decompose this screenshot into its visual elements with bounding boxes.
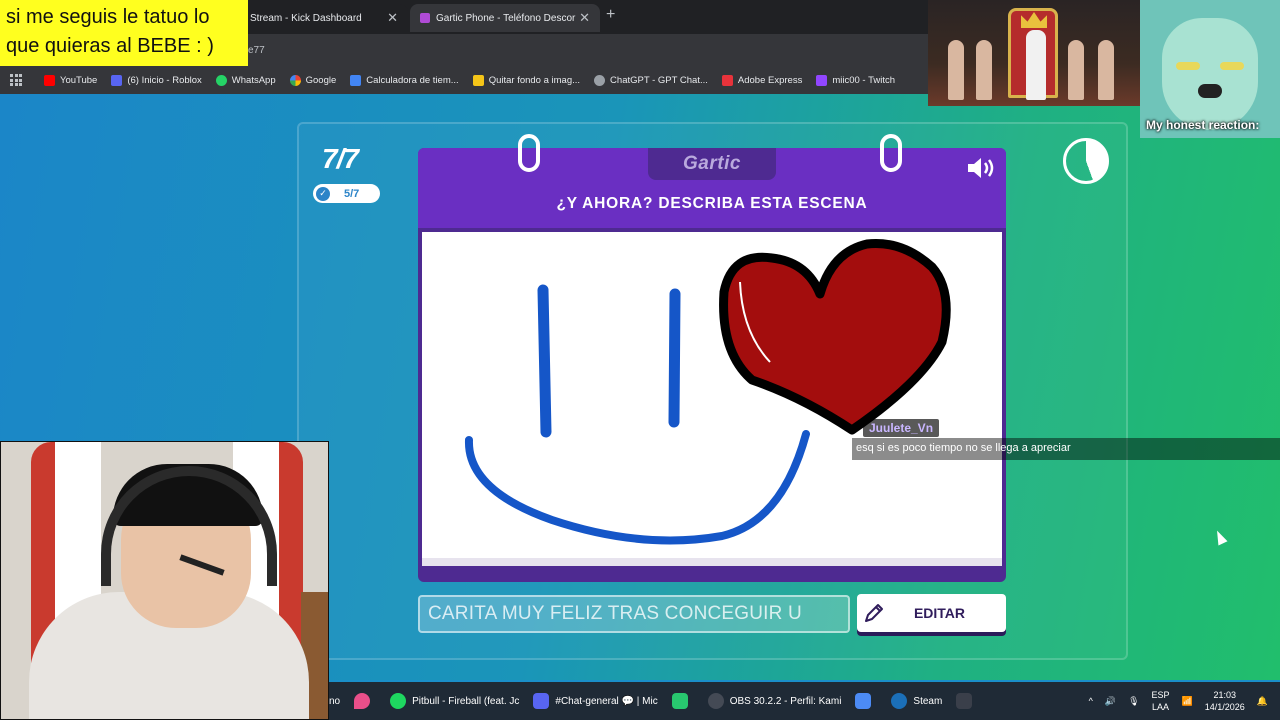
tab-gartic-phone[interactable]: Gartic Phone - Teléfono Descor ✕ xyxy=(410,4,600,32)
new-tab-icon[interactable]: + xyxy=(606,6,615,24)
reaction-caption: My honest reaction: xyxy=(1146,118,1260,132)
language-indicator[interactable]: ESP LAA xyxy=(1152,689,1170,713)
taskbar-app-gray[interactable] xyxy=(956,693,978,709)
stream-banner: si me seguis le tatuo lo que quieras al … xyxy=(0,0,248,66)
whatsapp-icon xyxy=(215,74,227,86)
close-icon[interactable]: ✕ xyxy=(387,10,398,26)
app-icon xyxy=(855,693,872,709)
app-icon xyxy=(956,693,973,709)
players-done-count: 5/7 xyxy=(344,187,360,200)
sound-icon[interactable] xyxy=(966,156,996,180)
chat-username: Juulete_Vn xyxy=(863,419,940,437)
bookmark-twitch[interactable]: miic00 - Twitch xyxy=(816,74,895,86)
image-icon xyxy=(472,74,484,86)
twitch-icon xyxy=(816,74,828,86)
system-tray: ^ 🔊 🎙 ESP LAA 📶 21:03 14/1/2026 🔔 xyxy=(1089,682,1268,720)
tab-title: Stream - Kick Dashboard xyxy=(250,12,362,24)
bookmark-adobe-express[interactable]: Adobe Express xyxy=(721,74,802,86)
edit-label: EDITAR xyxy=(913,605,966,621)
youtube-icon xyxy=(44,74,55,86)
drawing-right-eye xyxy=(668,288,681,428)
app-icon xyxy=(671,693,688,709)
obs-icon xyxy=(707,693,724,709)
bookmark-whatsapp[interactable]: WhatsApp xyxy=(215,74,276,86)
chevron-up-icon[interactable]: ^ xyxy=(1089,696,1093,706)
taskbar-app-blue[interactable] xyxy=(855,693,877,709)
card-header: Gartic ¿Y AHORA? DESCRIBA ESTA ESCENA xyxy=(418,134,1006,228)
address-text: e77 xyxy=(248,45,265,56)
round-counter: 7/7 xyxy=(322,143,359,174)
timer-icon xyxy=(1063,138,1109,184)
taskbar-app-drop[interactable] xyxy=(354,693,376,709)
binder-ring-icon xyxy=(880,134,902,172)
clock[interactable]: 21:03 14/1/2026 xyxy=(1205,689,1245,713)
taskbar-discord[interactable]: #Chat-general 💬 | Mic xyxy=(533,693,658,709)
bookmark-chatgpt[interactable]: ChatGPT - GPT Chat... xyxy=(594,74,708,86)
scene-card: Gartic ¿Y AHORA? DESCRIBA ESTA ESCENA xyxy=(418,134,1006,582)
bookmark-roblox[interactable]: (6) Inicio - Roblox xyxy=(111,74,202,86)
taskbar-app-green[interactable] xyxy=(671,693,694,709)
edit-button[interactable]: EDITAR xyxy=(857,594,1006,632)
close-icon[interactable]: ✕ xyxy=(579,10,590,26)
apps-grid-icon[interactable] xyxy=(10,74,22,86)
check-icon: ✓ xyxy=(316,186,330,201)
taskbar-item[interactable]: no xyxy=(329,696,340,707)
drawing-left-eye xyxy=(537,284,552,438)
spotify-icon xyxy=(390,693,407,709)
drawing-canvas xyxy=(422,232,1002,566)
chatgpt-icon xyxy=(594,74,606,86)
discord-icon xyxy=(533,693,550,709)
bookmark-google[interactable]: Google xyxy=(289,74,336,86)
throne-scene-overlay xyxy=(928,0,1140,106)
players-done-badge: ✓ 5/7 xyxy=(313,184,380,203)
google-icon xyxy=(289,74,301,86)
drawing-smile xyxy=(464,430,810,545)
bookmark-youtube[interactable]: YouTube xyxy=(44,74,97,86)
calculator-icon xyxy=(350,74,362,86)
gartic-favicon-icon xyxy=(420,13,430,23)
tab-kick-dashboard[interactable]: Stream - Kick Dashboard ✕ xyxy=(240,4,408,32)
streamer-webcam xyxy=(0,441,329,720)
taskbar-obs[interactable]: OBS 30.2.2 - Perfil: Kami xyxy=(707,693,841,709)
adobe-icon xyxy=(721,74,733,86)
microphone-icon[interactable]: 🎙 xyxy=(1128,696,1139,707)
taskbar-steam[interactable]: Steam xyxy=(891,693,942,709)
bookmark-quitar-fondo[interactable]: Quitar fondo a imag... xyxy=(472,74,580,86)
answer-input[interactable]: CARITA MUY FELIZ TRAS CONCEGUIR U xyxy=(418,595,850,633)
speaker-icon[interactable]: 🔊 xyxy=(1105,696,1116,707)
drop-icon xyxy=(354,693,371,709)
pencil-icon xyxy=(865,604,883,622)
gartic-logo: Gartic xyxy=(648,148,776,180)
wifi-icon[interactable]: 📶 xyxy=(1182,696,1193,707)
taskbar: no Pitbull - Fireball (feat. Jc #Chat-ge… xyxy=(329,682,1280,720)
binder-ring-icon xyxy=(518,134,540,172)
steam-icon xyxy=(891,693,908,709)
tab-title: Gartic Phone - Teléfono Descor xyxy=(436,12,576,24)
bookmark-calculadora[interactable]: Calculadora de tiem... xyxy=(350,74,459,86)
drawing xyxy=(464,238,951,545)
card-instruction: ¿Y AHORA? DESCRIBA ESTA ESCENA xyxy=(556,195,868,212)
chat-message: Juulete_Vn esq si es poco tiempo no se l… xyxy=(852,419,1280,463)
drawing-heart xyxy=(719,238,951,435)
roblox-icon xyxy=(111,74,123,86)
taskbar-spotify[interactable]: Pitbull - Fireball (feat. Jc xyxy=(390,693,519,709)
chat-text: esq si es poco tiempo no se llega a apre… xyxy=(852,438,1280,460)
notifications-icon[interactable]: 🔔 xyxy=(1257,696,1268,707)
